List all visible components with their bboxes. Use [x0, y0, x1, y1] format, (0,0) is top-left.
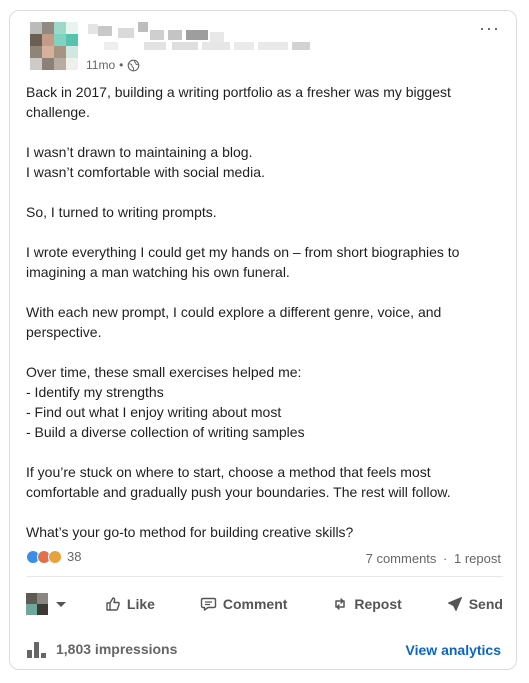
meta-separator: •	[119, 58, 124, 72]
view-analytics-link[interactable]: View analytics	[406, 642, 501, 658]
actor-avatar	[26, 593, 48, 615]
post-paragraph: Back in 2017, building a writing portfol…	[26, 84, 451, 120]
engagement-counts: 7 comments · 1 repost	[366, 551, 501, 566]
thumbs-up-icon	[106, 597, 120, 611]
comment-icon	[200, 597, 217, 611]
post-paragraph: If you’re stuck on where to start, choos…	[26, 464, 451, 500]
divider	[26, 576, 503, 577]
post-paragraph: With each new prompt, I could explore a …	[26, 304, 442, 340]
post-body: Back in 2017, building a writing portfol…	[26, 82, 496, 542]
send-label: Send	[468, 596, 503, 612]
repost-icon	[335, 598, 346, 610]
impressions-count: 1,803 impressions	[56, 641, 178, 657]
impressions[interactable]: 1,803 impressions	[26, 640, 177, 658]
comment-button[interactable]: Comment	[194, 592, 294, 616]
reactions-summary[interactable]: 38	[26, 549, 81, 564]
post-paragraph: I wrote everything I could get my hands …	[26, 244, 460, 280]
globe-icon	[127, 59, 140, 72]
action-bar: Like Comment Repost Send	[26, 588, 509, 620]
comments-count[interactable]: 7 comments	[366, 551, 437, 566]
author-name-blurred[interactable]	[88, 22, 318, 54]
reaction-icons	[26, 549, 62, 564]
post-paragraph: Over time, these small exercises helped …	[26, 364, 305, 440]
post-time[interactable]: 11mo	[86, 58, 115, 72]
comment-label: Comment	[222, 596, 288, 612]
post-paragraph: I wasn’t drawn to maintaining a blog. I …	[26, 144, 265, 180]
caret-down-icon	[56, 601, 66, 607]
post-paragraph: So, I turned to writing prompts.	[26, 204, 217, 220]
post-meta: 11mo •	[86, 58, 140, 72]
send-button[interactable]: Send	[441, 592, 509, 616]
counts-separator: ·	[443, 551, 448, 566]
like-label: Like	[126, 596, 155, 612]
repost-count[interactable]: 1 repost	[454, 551, 501, 566]
bar-chart-icon	[27, 642, 46, 658]
avatar[interactable]	[30, 22, 78, 70]
post-paragraph: What’s your go-to method for building cr…	[26, 524, 354, 540]
support-reaction-icon	[48, 549, 62, 564]
repost-button[interactable]: Repost	[326, 592, 407, 616]
reaction-count: 38	[67, 549, 82, 564]
like-button[interactable]: Like	[99, 592, 161, 616]
actor-switcher[interactable]	[26, 593, 66, 615]
repost-label: Repost	[354, 596, 402, 612]
more-options-button[interactable]: ···	[479, 19, 500, 37]
send-icon	[447, 597, 462, 611]
